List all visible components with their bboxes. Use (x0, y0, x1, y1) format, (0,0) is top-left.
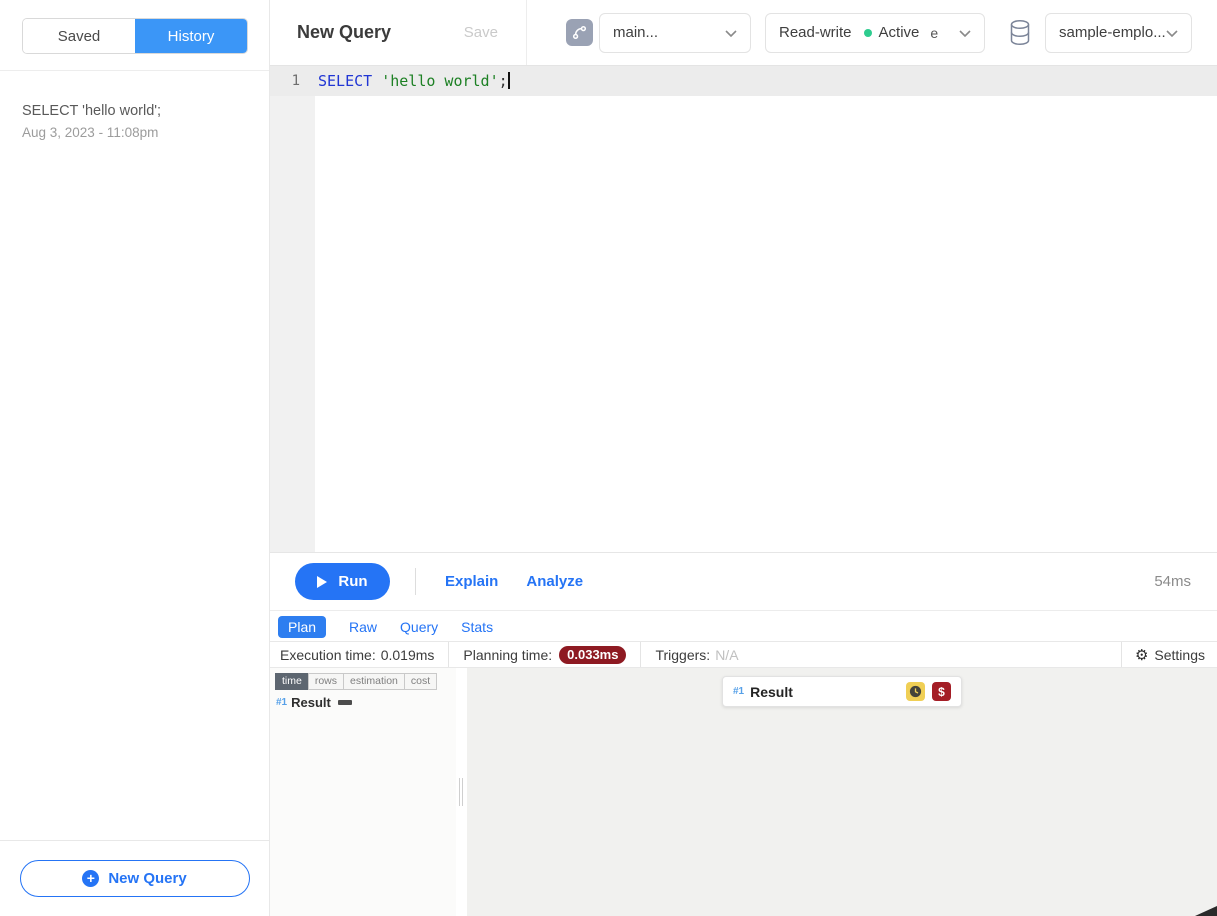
query-duration: 54ms (1154, 573, 1191, 590)
history-item-timestamp: Aug 3, 2023 - 11:08pm (22, 125, 253, 140)
line-number: 1 (270, 66, 315, 96)
planning-time-badge: 0.033ms (559, 646, 626, 664)
plan-settings-button[interactable]: ⚙ Settings (1121, 642, 1217, 667)
chevron-down-icon (1166, 24, 1178, 41)
explain-button[interactable]: Explain (445, 573, 498, 590)
clock-icon (906, 682, 925, 701)
chevron-down-icon (959, 24, 971, 41)
editor-gutter (270, 66, 315, 552)
execution-time-value: 0.019ms (381, 647, 435, 663)
plan-node-list: time rows estimation cost #1 Result (270, 668, 456, 916)
resizer-grip-icon (459, 778, 463, 806)
plus-icon: + (82, 870, 99, 887)
run-label: Run (338, 573, 367, 590)
duration-bar (338, 700, 352, 705)
database-select-value: sample-emplo... (1059, 24, 1166, 41)
triggers-label: Triggers: (655, 647, 710, 663)
analyze-button[interactable]: Analyze (526, 573, 583, 590)
text-cursor (508, 72, 510, 89)
resize-grip-icon[interactable] (1195, 906, 1217, 916)
metric-column-time[interactable]: time (275, 673, 309, 690)
history-item[interactable]: SELECT 'hello world'; Aug 3, 2023 - 11:0… (0, 71, 269, 150)
plan-stats-bar: Execution time: 0.019ms Planning time: 0… (270, 641, 1217, 668)
node-name: Result (750, 684, 793, 700)
sidebar: Saved History SELECT 'hello world'; Aug … (0, 0, 270, 916)
settings-label: Settings (1154, 647, 1205, 663)
new-query-button[interactable]: + New Query (20, 860, 250, 897)
play-icon (317, 576, 327, 588)
sidebar-footer: + New Query (0, 840, 269, 916)
tab-stats[interactable]: Stats (461, 619, 493, 635)
branch-select-value: main... (613, 24, 658, 41)
sidebar-tab-switcher: Saved History (22, 18, 248, 54)
new-query-label: New Query (108, 870, 186, 887)
toolbar-divider (415, 568, 416, 595)
branch-select[interactable]: main... (599, 13, 751, 53)
database-icon (1009, 19, 1031, 46)
plan-metric-columns: time rows estimation cost (275, 673, 437, 690)
history-item-query: SELECT 'hello world'; (22, 103, 253, 119)
main-area: New Query Save main... Read-wr (270, 0, 1217, 916)
status-dot-icon (864, 29, 872, 37)
save-button[interactable]: Save (464, 24, 498, 41)
git-branch-icon (566, 19, 593, 46)
plan-view: time rows estimation cost #1 Result #1 R… (270, 668, 1217, 916)
connection-status: Active (879, 24, 920, 41)
code-line[interactable]: SELECT 'hello world'; (318, 66, 510, 96)
tab-query[interactable]: Query (400, 619, 438, 635)
plan-node-row[interactable]: #1 Result (276, 695, 352, 710)
history-list: SELECT 'hello world'; Aug 3, 2023 - 11:0… (0, 71, 269, 150)
triggers-stat: Triggers: N/A (641, 642, 752, 667)
sql-punctuation: ; (499, 72, 508, 90)
node-id: #1 (733, 686, 744, 697)
gear-icon: ⚙ (1135, 646, 1148, 664)
connection-bar: main... Read-write Active e (527, 0, 1217, 65)
page-title: New Query (297, 22, 391, 43)
tab-plan[interactable]: Plan (278, 616, 326, 638)
connection-select[interactable]: Read-write Active e (765, 13, 985, 53)
cost-icon: $ (932, 682, 951, 701)
panel-resizer[interactable] (456, 668, 467, 916)
result-tabs: Plan Raw Query Stats (270, 612, 1217, 641)
tab-saved[interactable]: Saved (23, 19, 135, 53)
sql-string: 'hello world' (381, 72, 498, 90)
chevron-down-icon (725, 24, 737, 41)
connection-suffix: e (930, 25, 938, 41)
run-button[interactable]: Run (295, 563, 390, 600)
execution-time-stat: Execution time: 0.019ms (270, 642, 449, 667)
database-select[interactable]: sample-emplo... (1045, 13, 1192, 53)
query-title-bar: New Query Save (270, 0, 527, 65)
header: New Query Save main... Read-wr (270, 0, 1217, 66)
metric-column-rows[interactable]: rows (308, 673, 344, 690)
tab-history[interactable]: History (135, 19, 247, 53)
tab-raw[interactable]: Raw (349, 619, 377, 635)
sql-editor[interactable]: 1 SELECT 'hello world'; (270, 66, 1217, 552)
node-id: #1 (276, 697, 287, 708)
metric-column-estimation[interactable]: estimation (343, 673, 405, 690)
execution-time-label: Execution time: (280, 647, 376, 663)
connection-mode: Read-write (779, 24, 852, 41)
triggers-value: N/A (715, 647, 738, 663)
planning-time-label: Planning time: (463, 647, 552, 663)
run-toolbar: Run Explain Analyze 54ms (270, 552, 1217, 611)
plan-diagram[interactable]: #1 Result $ (467, 668, 1217, 916)
planning-time-stat: Planning time: 0.033ms (449, 642, 641, 667)
sql-editor-app: Saved History SELECT 'hello world'; Aug … (0, 0, 1217, 916)
node-badges: $ (906, 682, 951, 701)
sql-keyword: SELECT (318, 72, 381, 90)
node-name: Result (291, 695, 331, 710)
metric-column-cost[interactable]: cost (404, 673, 437, 690)
plan-diagram-node[interactable]: #1 Result $ (722, 676, 962, 707)
